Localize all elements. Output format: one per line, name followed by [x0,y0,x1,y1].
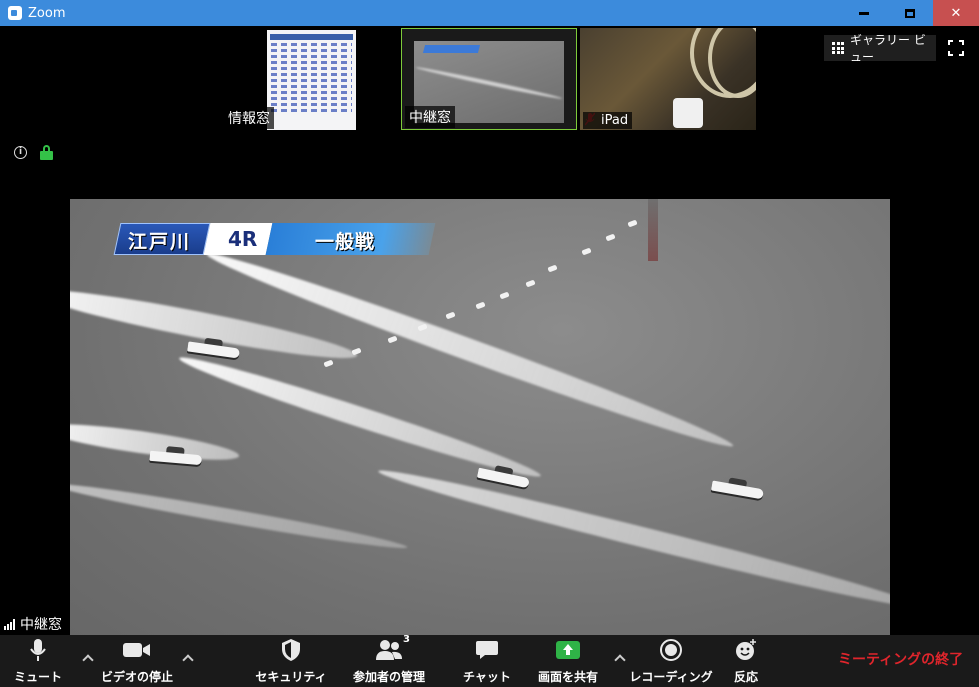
participant-count-badge: 3 [403,634,410,645]
participants-label: 参加者の管理 [352,670,425,684]
active-video-name: 中継窓 [20,617,62,633]
chat-bubble-icon [470,636,504,664]
reactions-label: 反応 [733,670,758,684]
video-camera-icon [120,636,154,664]
course-buoy [547,264,558,273]
thumbnail-label: 情報窓 [224,107,274,129]
fullscreen-icon[interactable] [948,40,964,56]
banner-race-number: 4R [228,227,258,251]
minimize-icon [859,11,869,15]
shield-icon [274,636,308,664]
share-screen-icon [551,636,585,664]
microphone-icon [21,636,55,664]
maximize-button[interactable] [887,0,933,26]
security-button[interactable]: セキュリティ [255,635,327,687]
boat-wake [70,477,409,555]
meeting-toolbar: ミュート ビデオの停止 セキュリティ 3 参加者の管理 チャット 画面を共有 レ… [0,634,979,687]
recording-label: レコーディング [629,670,713,684]
racing-boat [711,475,765,500]
recording-button[interactable]: レコーディング [629,635,713,687]
record-icon [654,636,688,664]
course-buoy [387,335,398,344]
gallery-view-button[interactable]: ギャラリー ビュー [824,33,936,64]
chat-button[interactable]: チャット [462,635,512,687]
device-image [673,98,703,128]
boat-wake [375,461,890,617]
banner-venue: 江戸川 [128,231,192,253]
stop-video-label: ビデオの停止 [100,670,173,684]
participants-button[interactable]: 3 参加者の管理 [346,634,432,687]
course-buoy [525,279,536,288]
active-video-label: 中継窓 [0,613,66,635]
mute-button[interactable]: ミュート [12,635,64,687]
share-screen-button[interactable]: 画面を共有 [530,635,606,687]
racing-boat [149,445,203,466]
gallery-view-label: ギャラリー ビュー [850,33,926,64]
title-bar: Zoom [0,0,979,26]
zoom-app-icon [8,6,22,20]
smiley-icon [729,636,763,664]
banner-race-class: 一般戦 [315,231,376,253]
course-buoy [605,233,616,242]
audio-options-caret[interactable] [82,653,92,663]
info-icon[interactable]: i [14,146,27,159]
window-title: Zoom [28,5,66,21]
marker-pole [648,199,658,261]
lock-icon[interactable] [40,145,53,160]
main-video-feed: 江戸川 4R 一般戦 [70,199,890,635]
participant-thumbnail-ipad[interactable]: iPad [580,28,756,130]
shared-document-preview [267,30,356,130]
course-buoy [445,311,456,320]
course-buoy [627,219,638,228]
course-buoy [499,291,510,300]
participant-thumbnail-info[interactable]: 情報窓 [221,28,399,130]
chat-label: チャット [463,670,511,684]
reactions-button[interactable]: 反応 [726,635,766,687]
participants-icon: 3 [372,634,410,664]
course-buoy [581,247,592,256]
video-options-caret[interactable] [182,653,192,663]
thumbnail-label: 中継窓 [405,106,455,128]
share-options-caret[interactable] [614,653,624,663]
stop-video-button[interactable]: ビデオの停止 [98,635,176,687]
minimize-button[interactable] [841,0,887,26]
share-screen-label: 画面を共有 [537,670,598,684]
thumbnail-label: iPad [583,112,633,129]
close-icon: ✕ [950,5,962,21]
maximize-icon [905,8,915,18]
course-buoy [323,359,334,368]
grid-icon [832,42,844,54]
security-label: セキュリティ [255,670,327,684]
course-buoy [475,301,486,310]
participant-thumbnail-relay[interactable]: 中継窓 [401,28,577,130]
mute-label: ミュート [13,670,62,684]
signal-strength-icon [4,618,15,630]
end-meeting-button[interactable]: ミーティングの終了 [838,649,963,669]
close-button[interactable]: ✕ [933,0,979,26]
